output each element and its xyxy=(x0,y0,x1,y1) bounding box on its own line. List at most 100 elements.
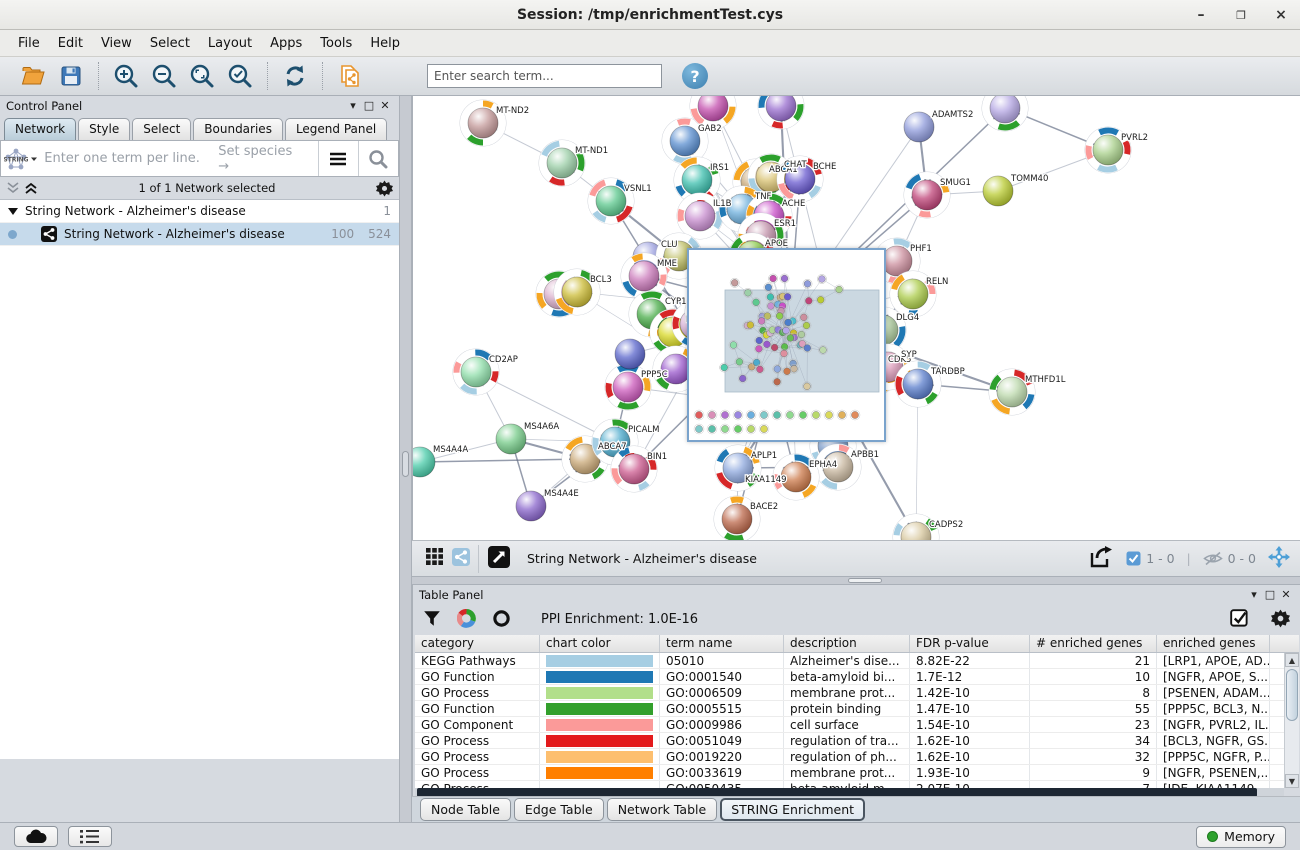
network-row[interactable]: String Network - Alzheimer's disease 100… xyxy=(0,223,399,246)
save-session-icon[interactable] xyxy=(56,61,86,91)
zoom-fit-icon[interactable] xyxy=(187,61,217,91)
column-header--enriched-genes[interactable]: # enriched genes xyxy=(1030,635,1157,652)
zoom-in-icon[interactable] xyxy=(111,61,141,91)
clone-network-icon[interactable] xyxy=(335,61,365,91)
string-view-icon[interactable] xyxy=(452,548,470,569)
open-file-icon[interactable] xyxy=(18,61,48,91)
scrollbar-thumb[interactable] xyxy=(1286,669,1298,721)
network-collection-row[interactable]: String Network - Alzheimer's disease 1 xyxy=(0,200,399,223)
column-header-FDR-p-value[interactable]: FDR p-value xyxy=(910,635,1030,652)
scroll-up-icon[interactable]: ▲ xyxy=(1285,653,1299,667)
panel-float-icon[interactable]: □ xyxy=(361,99,377,112)
panel-menu-icon[interactable]: ▾ xyxy=(1246,588,1262,601)
collapse-all-icon[interactable] xyxy=(6,182,20,194)
ring-chart-icon[interactable] xyxy=(492,609,511,631)
selected-checkbox-icon[interactable] xyxy=(1126,551,1141,566)
scroll-down-icon[interactable]: ▼ xyxy=(1285,774,1299,788)
panel-close-icon[interactable]: ✕ xyxy=(377,99,393,112)
panel-float-icon[interactable]: □ xyxy=(1262,588,1278,601)
grid-view-icon[interactable] xyxy=(426,548,444,569)
table-vertical-scrollbar[interactable]: ▲ ▼ xyxy=(1284,653,1299,788)
birds-eye-view[interactable] xyxy=(687,248,886,442)
menu-tools[interactable]: Tools xyxy=(312,33,360,54)
search-input[interactable] xyxy=(427,64,662,88)
network-node-ms4a4a[interactable] xyxy=(413,447,435,477)
horizontal-splitter[interactable] xyxy=(412,576,1300,585)
column-header-category[interactable]: category xyxy=(415,635,540,652)
panel-close-icon[interactable]: ✕ xyxy=(1278,588,1294,601)
filter-icon[interactable] xyxy=(423,610,441,630)
string-search-icon[interactable] xyxy=(359,141,398,176)
table-row[interactable]: GO ProcessGO:0051049regulation of tra...… xyxy=(415,733,1299,749)
close-icon[interactable]: × xyxy=(1272,6,1290,24)
hidden-eye-icon[interactable] xyxy=(1203,551,1223,566)
refresh-icon[interactable] xyxy=(280,61,310,91)
tab-boundaries[interactable]: Boundaries xyxy=(193,118,283,140)
network-node[interactable] xyxy=(615,339,645,369)
tab-edge-table[interactable]: Edge Table xyxy=(514,798,604,821)
menu-view[interactable]: View xyxy=(93,33,140,54)
zoom-out-icon[interactable] xyxy=(149,61,179,91)
pan-tool-icon[interactable] xyxy=(1268,546,1290,571)
table-row[interactable]: GO ProcessGO:0006509membrane prot...1.42… xyxy=(415,685,1299,701)
splitter-handle[interactable] xyxy=(402,451,409,477)
menu-select[interactable]: Select xyxy=(142,33,198,54)
memory-button[interactable]: Memory xyxy=(1196,826,1286,848)
network-options-gear-icon[interactable] xyxy=(376,180,393,197)
export-network-icon[interactable] xyxy=(1088,545,1114,572)
cloud-icon[interactable] xyxy=(14,826,58,847)
enrichment-ring-arc xyxy=(999,123,1018,128)
string-logo-icon[interactable]: STRING xyxy=(1,141,40,176)
tree-expand-icon[interactable] xyxy=(8,208,18,215)
select-rows-icon[interactable] xyxy=(1230,609,1249,631)
menu-edit[interactable]: Edit xyxy=(50,33,91,54)
tab-select[interactable]: Select xyxy=(132,118,191,140)
column-header-term-name[interactable]: term name xyxy=(660,635,784,652)
network-node-adamts2[interactable] xyxy=(904,112,934,142)
string-options-icon[interactable] xyxy=(319,141,358,176)
chart-color-cell xyxy=(540,765,660,780)
table-row[interactable]: GO ProcessGO:0033619membrane prot...1.93… xyxy=(415,765,1299,781)
tab-network-table[interactable]: Network Table xyxy=(607,798,718,821)
settings-gear-icon[interactable] xyxy=(1271,609,1290,631)
zoom-selected-icon[interactable] xyxy=(225,61,255,91)
node-label: MT-ND1 xyxy=(575,146,608,156)
table-row[interactable]: GO ProcessGO:0019220regulation of ph...1… xyxy=(415,749,1299,765)
menu-file[interactable]: File xyxy=(10,33,48,54)
menu-apps[interactable]: Apps xyxy=(262,33,310,54)
network-node[interactable] xyxy=(982,96,1028,131)
column-header-enriched-genes[interactable]: enriched genes xyxy=(1157,635,1270,652)
chart-icon[interactable] xyxy=(457,609,476,631)
table-row[interactable]: GO ComponentGO:0009986cell surface1.54E-… xyxy=(415,717,1299,733)
table-row[interactable]: GO FunctionGO:0001540beta-amyloid bi...1… xyxy=(415,669,1299,685)
column-header-chart-color[interactable]: chart color xyxy=(540,635,660,652)
table-row[interactable]: GO FunctionGO:0005515protein binding1.47… xyxy=(415,701,1299,717)
network-node[interactable] xyxy=(758,96,804,129)
vertical-splitter[interactable] xyxy=(399,96,412,822)
network-node-ms4a4e[interactable] xyxy=(516,491,546,521)
tab-string-enrichment[interactable]: STRING Enrichment xyxy=(720,798,865,821)
task-list-icon[interactable] xyxy=(68,826,112,847)
network-node-ms4a6a[interactable] xyxy=(496,424,526,454)
detach-view-icon[interactable] xyxy=(487,545,511,572)
column-header-description[interactable]: description xyxy=(784,635,910,652)
species-hint[interactable]: Set species → xyxy=(218,144,317,174)
maximize-icon[interactable]: ❐ xyxy=(1232,6,1250,24)
menu-layout[interactable]: Layout xyxy=(200,33,260,54)
table-row[interactable]: KEGG Pathways05010Alzheimer's dise...8.8… xyxy=(415,653,1299,669)
network-node-tomm40[interactable] xyxy=(983,176,1013,206)
menu-help[interactable]: Help xyxy=(362,33,408,54)
string-query-input[interactable] xyxy=(40,151,218,166)
toolbar-separator xyxy=(322,62,323,90)
panel-menu-icon[interactable]: ▾ xyxy=(345,99,361,112)
expand-all-icon[interactable] xyxy=(24,182,38,194)
tab-style[interactable]: Style xyxy=(78,118,130,140)
splitter-handle[interactable] xyxy=(848,578,882,583)
table-row[interactable]: GO ProcessGO:0050435beta-amyloid m...2.0… xyxy=(415,781,1299,788)
tab-legend-panel[interactable]: Legend Panel xyxy=(285,118,387,140)
help-icon[interactable]: ? xyxy=(682,63,708,89)
minimize-icon[interactable]: – xyxy=(1192,6,1210,24)
tab-node-table[interactable]: Node Table xyxy=(420,798,511,821)
table-cell: 1.62E-10 xyxy=(910,733,1030,748)
tab-network[interactable]: Network xyxy=(4,118,76,140)
